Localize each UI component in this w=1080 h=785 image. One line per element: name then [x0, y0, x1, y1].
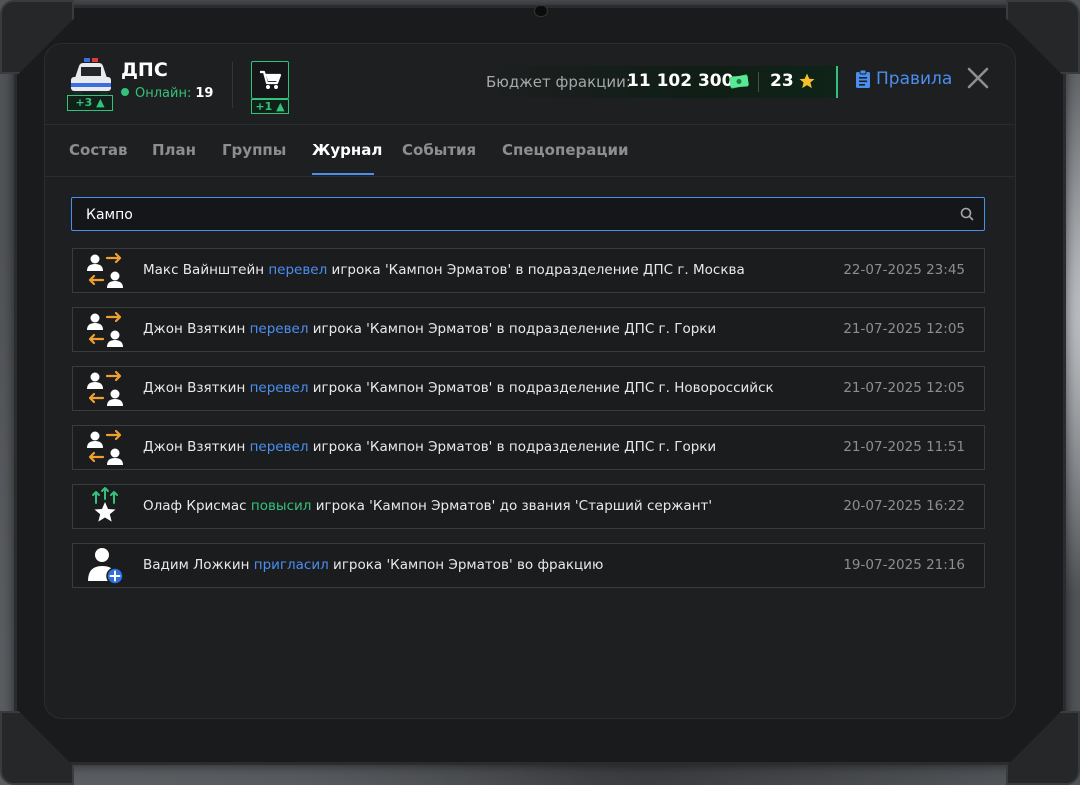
- budget-label: Бюджет фракции:: [486, 73, 631, 91]
- online-count: 19: [195, 86, 214, 101]
- log-actor: Вадим Ложкин: [143, 557, 250, 573]
- search-icon[interactable]: [960, 207, 974, 221]
- online-label: Онлайн:: [135, 86, 192, 101]
- tab-journal[interactable]: Журнал: [312, 141, 382, 159]
- log-row: Джон Взяткин перевел игрока 'Кампон Эрма…: [72, 425, 985, 470]
- log-action: перевел: [249, 439, 309, 455]
- log-action: повысил: [250, 498, 312, 514]
- log-text: Джон Взяткин перевел игрока 'Кампон Эрма…: [143, 439, 716, 455]
- log-action: пригласил: [253, 557, 329, 573]
- tablet-corner: [1006, 711, 1080, 785]
- log-date: 20-07-2025 16:22: [843, 498, 965, 514]
- log-row: Олаф Крисмас повысил игрока 'Кампон Эрма…: [72, 484, 985, 529]
- log-actor: Макс Вайнштейн: [143, 262, 265, 278]
- log-row: Джон Взяткин перевел игрока 'Кампон Эрма…: [72, 366, 985, 411]
- log-date: 21-07-2025 11:51: [843, 439, 965, 455]
- rules-label: Правила: [876, 69, 953, 89]
- shop-badge: +1 ▲: [251, 99, 289, 114]
- log-details: игрока 'Кампон Эрматов' в подразделение …: [312, 439, 717, 455]
- active-tab-indicator: [312, 173, 374, 175]
- tab-groups[interactable]: Группы: [222, 141, 286, 159]
- faction-budget: Бюджет фракции: 11 102 300 23: [478, 66, 838, 98]
- log-actor: Джон Взяткин: [143, 321, 246, 337]
- transfer-icon: [85, 309, 125, 349]
- transfer-icon: [85, 427, 125, 467]
- search-box: [71, 197, 985, 232]
- stars-value: 23: [770, 71, 794, 91]
- budget-divider: [758, 72, 759, 92]
- tablet-camera: [534, 5, 548, 17]
- close-icon[interactable]: [966, 66, 990, 90]
- faction-header: +3 ▲ ДПС Онлайн: 19 +1 ▲ Бюджет фракции: …: [45, 44, 1015, 125]
- log-date: 22-07-2025 23:45: [843, 262, 965, 278]
- online-dot-icon: [121, 88, 129, 96]
- tab-sostav[interactable]: Состав: [69, 141, 128, 159]
- clipboard-icon: [856, 70, 870, 88]
- log-date: 21-07-2025 12:05: [843, 380, 965, 396]
- faction-name: ДПС: [121, 59, 168, 81]
- faction-level-badge: +3 ▲: [67, 95, 113, 111]
- shop-button[interactable]: [251, 61, 289, 99]
- journal-log-list: Макс Вайнштейн перевел игрока 'Кампон Эр…: [72, 248, 985, 602]
- log-row: Макс Вайнштейн перевел игрока 'Кампон Эр…: [72, 248, 985, 293]
- log-text: Макс Вайнштейн перевел игрока 'Кампон Эр…: [143, 262, 745, 278]
- log-text: Вадим Ложкин пригласил игрока 'Кампон Эр…: [143, 557, 603, 573]
- log-details: игрока 'Кампон Эрматов' в подразделение …: [331, 262, 745, 278]
- log-details: игрока 'Кампон Эрматов' в подразделение …: [312, 321, 717, 337]
- log-text: Джон Взяткин перевел игрока 'Кампон Эрма…: [143, 321, 716, 337]
- tab-special-ops[interactable]: Спецоперации: [502, 141, 629, 159]
- transfer-icon: [85, 250, 125, 290]
- police-car-icon: [71, 58, 111, 97]
- rules-link[interactable]: Правила: [856, 69, 952, 89]
- star-icon: [799, 73, 815, 89]
- log-actor: Джон Взяткин: [143, 439, 246, 455]
- tablet-screen: +3 ▲ ДПС Онлайн: 19 +1 ▲ Бюджет фракции: …: [44, 43, 1016, 719]
- log-details: игрока 'Кампон Эрматов' в подразделение …: [312, 380, 774, 396]
- log-text: Джон Взяткин перевел игрока 'Кампон Эрма…: [143, 380, 774, 396]
- budget-value: 11 102 300: [627, 71, 734, 91]
- log-date: 19-07-2025 21:16: [843, 557, 965, 573]
- invite-icon: [85, 545, 125, 585]
- online-status: Онлайн: 19: [121, 86, 213, 101]
- log-row: Вадим Ложкин пригласил игрока 'Кампон Эр…: [72, 543, 985, 588]
- tab-bar: Состав План Группы Журнал События Спецоп…: [45, 124, 1015, 177]
- money-icon: [729, 74, 749, 89]
- log-row: Джон Взяткин перевел игрока 'Кампон Эрма…: [72, 307, 985, 352]
- header-divider: [232, 62, 233, 108]
- log-date: 21-07-2025 12:05: [843, 321, 965, 337]
- promote-icon: [85, 486, 125, 526]
- cart-icon: [260, 70, 281, 89]
- search-input[interactable]: [84, 198, 948, 232]
- tab-plan[interactable]: План: [152, 141, 196, 159]
- log-details: игрока 'Кампон Эрматов' до звания 'Старш…: [315, 498, 713, 514]
- tablet-corner: [1006, 0, 1080, 74]
- log-actor: Олаф Крисмас: [143, 498, 247, 514]
- transfer-icon: [85, 368, 125, 408]
- log-action: перевел: [268, 262, 328, 278]
- tablet-corner: [0, 711, 74, 785]
- log-action: перевел: [249, 321, 309, 337]
- log-text: Олаф Крисмас повысил игрока 'Кампон Эрма…: [143, 498, 712, 514]
- log-details: игрока 'Кампон Эрматов' во фракцию: [333, 557, 604, 573]
- log-action: перевел: [249, 380, 309, 396]
- log-actor: Джон Взяткин: [143, 380, 246, 396]
- tab-events[interactable]: События: [402, 141, 476, 159]
